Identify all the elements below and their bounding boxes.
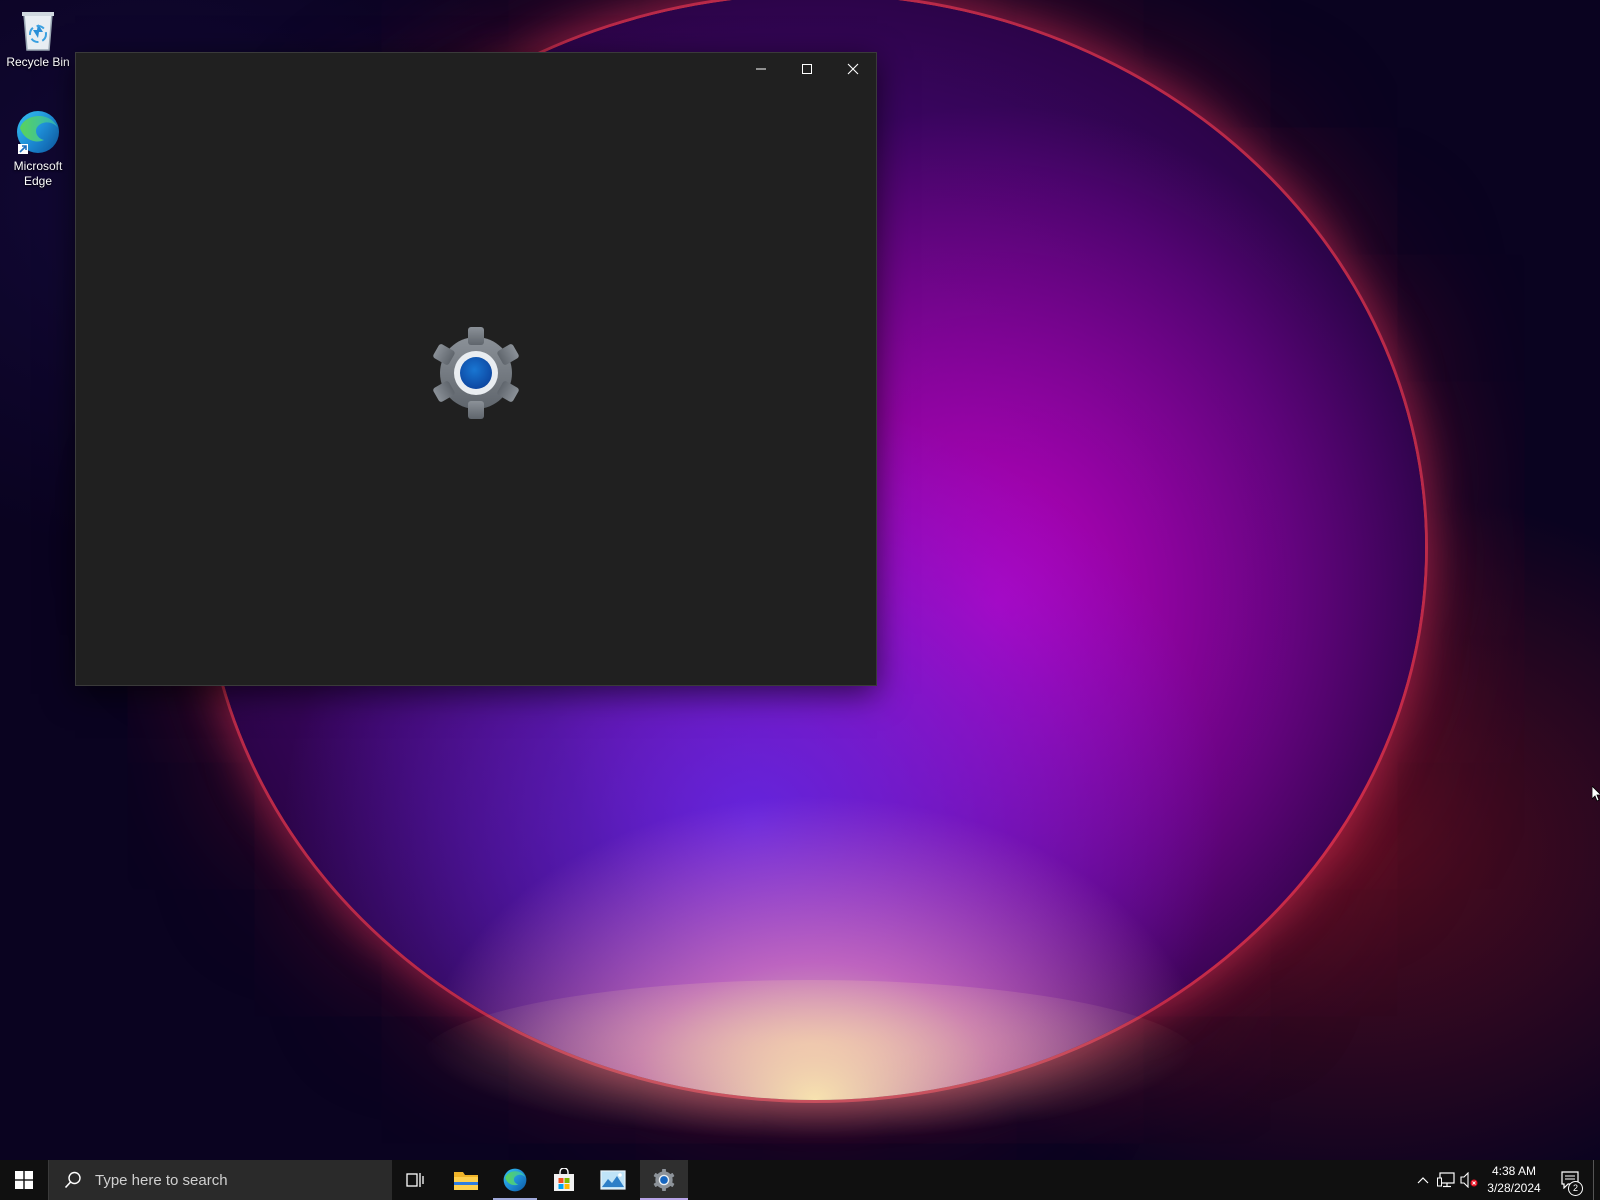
desktop-icon-label: Microsoft Edge — [13, 159, 63, 188]
desktop-icon-edge[interactable]: Microsoft Edge — [1, 108, 75, 189]
maximize-icon — [802, 64, 812, 74]
volume-button[interactable] — [1458, 1160, 1480, 1200]
mouse-cursor-icon — [1592, 786, 1600, 802]
clock-date: 3/28/2024 — [1487, 1181, 1541, 1195]
desktop-icon-recycle-bin[interactable]: Recycle Bin — [1, 8, 75, 70]
taskbar-file-explorer[interactable] — [442, 1160, 490, 1200]
notification-count-badge: 2 — [1568, 1181, 1583, 1196]
edge-icon — [503, 1168, 527, 1192]
taskbar: 4:38 AM 3/28/2024 2 — [0, 1160, 1600, 1200]
volume-muted-icon — [1460, 1172, 1478, 1188]
minimize-button[interactable] — [738, 53, 784, 85]
taskbar-settings[interactable] — [640, 1160, 688, 1200]
task-view-button[interactable] — [392, 1160, 440, 1200]
start-button[interactable] — [0, 1160, 48, 1200]
photos-icon — [600, 1170, 626, 1190]
file-explorer-icon — [454, 1172, 478, 1190]
network-button[interactable] — [1435, 1160, 1457, 1200]
settings-window[interactable] — [75, 52, 877, 686]
taskbar-search-box[interactable] — [48, 1160, 392, 1200]
maximize-button[interactable] — [784, 53, 830, 85]
close-button[interactable] — [830, 53, 876, 85]
recycle-bin-icon — [22, 12, 54, 51]
close-icon — [847, 63, 859, 75]
taskbar-microsoft-store[interactable] — [540, 1160, 588, 1200]
chevron-up-icon — [1417, 1177, 1429, 1184]
task-view-icon — [406, 1173, 424, 1187]
taskbar-edge[interactable] — [491, 1160, 539, 1200]
taskbar-clock[interactable]: 4:38 AM 3/28/2024 — [1478, 1163, 1550, 1197]
network-icon — [1437, 1172, 1455, 1188]
wallpaper-glow — [420, 980, 1200, 1140]
settings-gear-icon — [433, 327, 519, 419]
show-hidden-icons-button[interactable] — [1413, 1160, 1433, 1200]
title-bar[interactable] — [76, 53, 876, 85]
minimize-icon — [756, 68, 766, 70]
show-desktop-button[interactable] — [1593, 1160, 1600, 1200]
windows-logo-icon — [15, 1171, 33, 1189]
desktop-icon-label: Recycle Bin — [6, 55, 70, 69]
settings-icon — [653, 1168, 675, 1192]
edge-icon — [17, 111, 59, 154]
search-icon — [63, 1170, 83, 1190]
search-input[interactable] — [93, 1170, 377, 1190]
taskbar-photos[interactable] — [589, 1160, 637, 1200]
clock-time: 4:38 AM — [1491, 1164, 1537, 1178]
microsoft-store-icon — [554, 1168, 574, 1191]
